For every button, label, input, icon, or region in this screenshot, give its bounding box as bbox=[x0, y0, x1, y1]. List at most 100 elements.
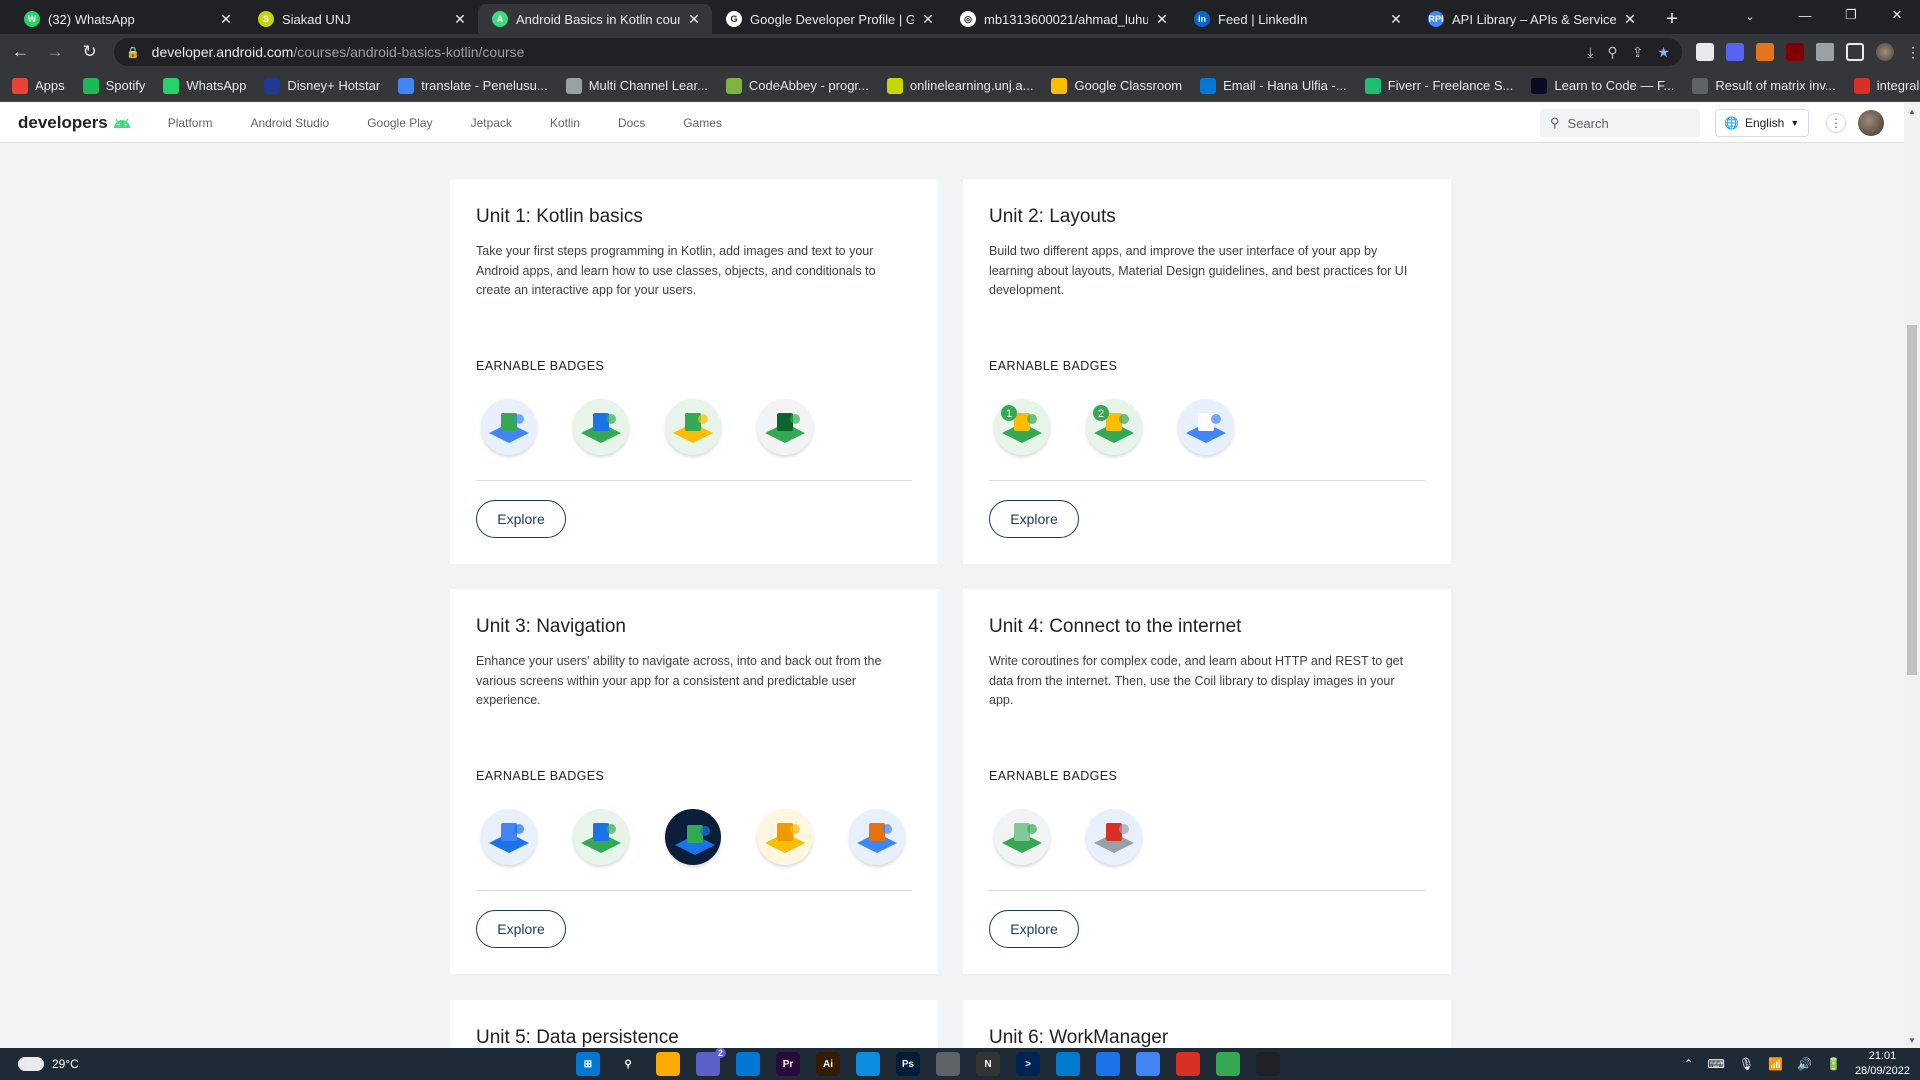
browser-tab[interactable]: in Feed | LinkedIn ✕ bbox=[1180, 4, 1414, 34]
windows-start-icon[interactable]: ⊞ bbox=[576, 1052, 600, 1076]
battery-icon[interactable]: 🔋 bbox=[1826, 1057, 1841, 1071]
scroll-up-icon[interactable]: ▲ bbox=[1904, 103, 1920, 119]
chevron-up-icon[interactable]: ⌃ bbox=[1683, 1057, 1693, 1071]
restore-icon[interactable]: ❐ bbox=[1828, 0, 1874, 30]
explore-button[interactable]: Explore bbox=[476, 910, 566, 948]
browser-tab[interactable]: ◎ mb1313600021/ahmad_luhur/a ✕ bbox=[946, 4, 1180, 34]
metamask-extension-icon[interactable] bbox=[1755, 43, 1774, 61]
new-tab-button[interactable]: + bbox=[1654, 4, 1690, 34]
keyboard-icon[interactable]: ⌨ bbox=[1708, 1057, 1725, 1071]
discord-extension-icon[interactable] bbox=[1725, 43, 1744, 61]
bookmark-item[interactable]: Multi Channel Lear... bbox=[565, 77, 708, 94]
bookmark-item[interactable]: Fiverr - Freelance S... bbox=[1364, 77, 1513, 94]
bookmark-item[interactable]: Email - Hana Ulfia -... bbox=[1200, 77, 1347, 94]
app-icon-2[interactable] bbox=[1096, 1052, 1120, 1076]
browser-tab[interactable]: G Google Developer Profile | Goo ✕ bbox=[712, 4, 946, 34]
explore-button[interactable]: Explore bbox=[989, 500, 1079, 538]
chrome-icon[interactable] bbox=[1216, 1052, 1240, 1076]
notion-icon[interactable]: N bbox=[976, 1052, 1000, 1076]
side-panel-icon[interactable] bbox=[1845, 43, 1864, 61]
language-selector[interactable]: 🌐 English ▼ bbox=[1715, 109, 1809, 137]
badge-icon[interactable] bbox=[573, 399, 629, 455]
photoshop-icon[interactable]: Ps bbox=[896, 1052, 920, 1076]
close-tab-icon[interactable]: ✕ bbox=[1388, 11, 1404, 28]
scroll-down-icon[interactable]: ▼ bbox=[1904, 1032, 1920, 1048]
close-window-icon[interactable]: ✕ bbox=[1874, 0, 1920, 30]
clock[interactable]: 21:01 28/09/2022 bbox=[1855, 1049, 1910, 1079]
site-nav-docs[interactable]: Docs bbox=[618, 116, 645, 130]
install-icon[interactable]: ⤓ bbox=[1587, 44, 1593, 61]
volume-icon[interactable]: 🔊 bbox=[1797, 1057, 1812, 1071]
browser-tab[interactable]: A Android Basics in Kotlin course ✕ bbox=[478, 4, 712, 34]
share-icon[interactable]: ⇪ bbox=[1632, 44, 1644, 61]
badge-icon[interactable] bbox=[665, 809, 721, 865]
bookmark-item[interactable]: translate - Penelusu... bbox=[398, 77, 548, 94]
browser-menu-icon[interactable]: ⋮ bbox=[1906, 44, 1920, 61]
search-icon[interactable]: ⚲ bbox=[616, 1052, 640, 1076]
explore-button[interactable]: Explore bbox=[476, 500, 566, 538]
bookmark-item[interactable]: CodeAbbey - progr... bbox=[725, 77, 869, 94]
close-tab-icon[interactable]: ✕ bbox=[452, 11, 468, 28]
ublock-extension-icon[interactable] bbox=[1785, 43, 1804, 61]
bookmark-item[interactable]: Disney+ Hotstar bbox=[264, 77, 380, 94]
site-nav-platform[interactable]: Platform bbox=[168, 116, 213, 130]
browser-tab[interactable]: RPI API Library – APIs & Services – M ✕ bbox=[1414, 4, 1648, 34]
close-tab-icon[interactable]: ✕ bbox=[218, 11, 234, 28]
address-bar[interactable]: 🔒 developer.android.com/courses/android-… bbox=[113, 38, 1682, 66]
minimize-icon[interactable]: — bbox=[1782, 0, 1828, 30]
bookmark-item[interactable]: Apps bbox=[12, 77, 65, 94]
lock-icon[interactable]: 🔒 bbox=[126, 46, 140, 59]
extensions-puzzle-icon[interactable] bbox=[1815, 43, 1834, 61]
bookmark-star-icon[interactable]: ★ bbox=[1657, 44, 1670, 61]
bookmark-item[interactable]: Google Classroom bbox=[1051, 77, 1182, 94]
app-icon-1[interactable] bbox=[936, 1052, 960, 1076]
app-icon-3[interactable] bbox=[1176, 1052, 1200, 1076]
tab-search-chevron-icon[interactable]: ⌄ bbox=[1736, 4, 1764, 28]
vscode-icon[interactable] bbox=[1056, 1052, 1080, 1076]
badge-icon[interactable] bbox=[757, 809, 813, 865]
badge-icon[interactable] bbox=[665, 399, 721, 455]
close-tab-icon[interactable]: ✕ bbox=[1622, 11, 1638, 28]
weather-widget[interactable]: 29°C bbox=[18, 1051, 79, 1071]
user-avatar[interactable] bbox=[1858, 110, 1884, 136]
badge-icon[interactable] bbox=[849, 809, 905, 865]
more-options-icon[interactable]: ⋮ bbox=[1826, 113, 1846, 133]
illustrator-icon[interactable]: Ai bbox=[816, 1052, 840, 1076]
site-nav-kotlin[interactable]: Kotlin bbox=[550, 116, 580, 130]
badge-icon[interactable] bbox=[757, 399, 813, 455]
zoom-icon[interactable]: ⚲ bbox=[1607, 44, 1617, 61]
badge-icon[interactable]: 1 bbox=[994, 399, 1050, 455]
browser-tab[interactable]: W (32) WhatsApp ✕ bbox=[10, 4, 244, 34]
edge-icon[interactable] bbox=[856, 1052, 880, 1076]
premiere-icon[interactable]: Pr bbox=[776, 1052, 800, 1076]
file-explorer-icon[interactable] bbox=[656, 1052, 680, 1076]
reload-icon[interactable]: ↻ bbox=[75, 37, 104, 67]
profile-avatar[interactable] bbox=[1875, 43, 1894, 61]
close-tab-icon[interactable]: ✕ bbox=[686, 11, 702, 28]
site-nav-games[interactable]: Games bbox=[683, 116, 722, 130]
bookmark-item[interactable]: onlinelearning.unj.a... bbox=[886, 77, 1033, 94]
extension-icon-1[interactable] bbox=[1695, 43, 1714, 61]
store-icon[interactable] bbox=[736, 1052, 760, 1076]
badge-icon[interactable] bbox=[481, 809, 537, 865]
explore-button[interactable]: Explore bbox=[989, 910, 1079, 948]
site-nav-android-studio[interactable]: Android Studio bbox=[250, 116, 329, 130]
badge-icon[interactable] bbox=[1086, 809, 1142, 865]
badge-icon[interactable] bbox=[481, 399, 537, 455]
wifi-icon[interactable]: 📶 bbox=[1768, 1057, 1783, 1071]
bookmark-item[interactable]: Result of matrix inv... bbox=[1692, 77, 1836, 94]
badge-icon[interactable] bbox=[1178, 399, 1234, 455]
microphone-icon[interactable]: 🎙 bbox=[1739, 1057, 1754, 1071]
bookmark-item[interactable]: integral calcu bbox=[1853, 77, 1920, 94]
site-search-input[interactable]: ⚲ Search bbox=[1540, 109, 1700, 137]
powershell-icon[interactable]: > bbox=[1016, 1052, 1040, 1076]
badge-icon[interactable] bbox=[573, 809, 629, 865]
scrollbar-thumb[interactable] bbox=[1907, 325, 1917, 675]
chat-icon[interactable]: 2 bbox=[696, 1048, 726, 1076]
badge-icon[interactable] bbox=[994, 809, 1050, 865]
site-nav-jetpack[interactable]: Jetpack bbox=[471, 116, 512, 130]
terminal-icon[interactable] bbox=[1256, 1052, 1280, 1076]
bookmark-item[interactable]: WhatsApp bbox=[163, 77, 246, 94]
page-scrollbar[interactable]: ▲ ▼ bbox=[1904, 103, 1920, 1048]
close-tab-icon[interactable]: ✕ bbox=[920, 11, 936, 28]
